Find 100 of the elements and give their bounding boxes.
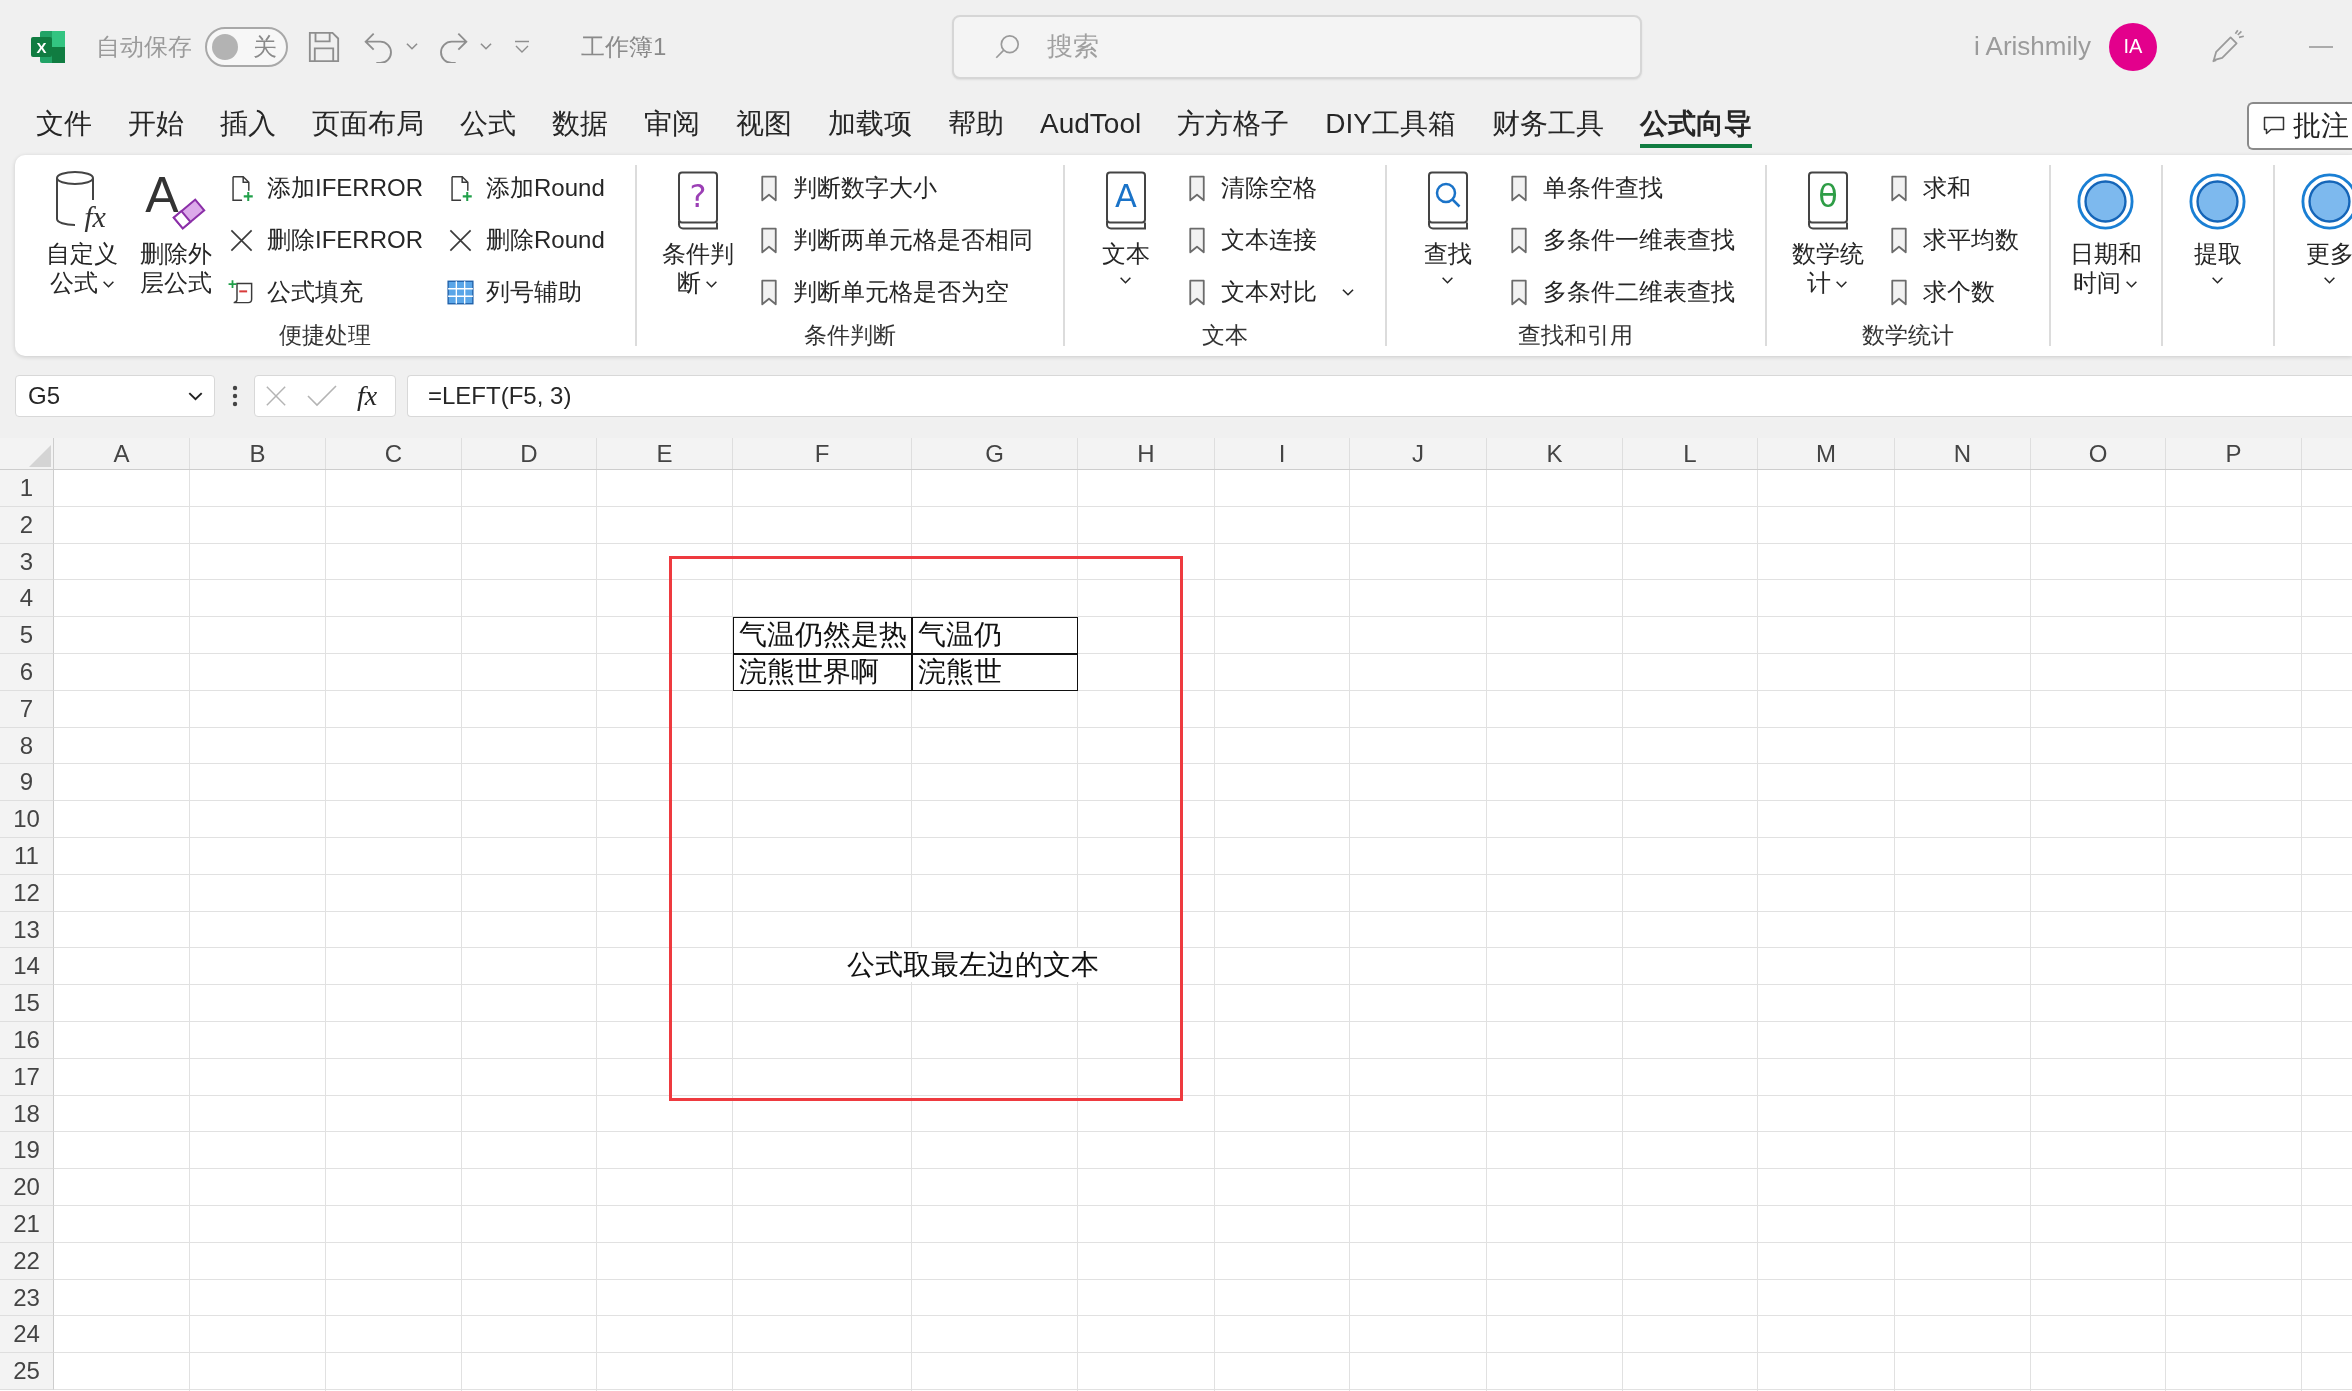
column-header[interactable]: D xyxy=(462,438,597,469)
ribbon-button[interactable]: 删除IFERROR xyxy=(228,214,423,266)
column-header[interactable]: J xyxy=(1350,438,1487,469)
row-header[interactable]: 20 xyxy=(0,1169,54,1206)
row-header[interactable]: 13 xyxy=(0,911,54,949)
ribbon-button[interactable]: 添加IFERROR xyxy=(228,162,423,214)
row-header[interactable]: 18 xyxy=(0,1095,54,1133)
ribbon-button[interactable]: 提取 xyxy=(2175,162,2260,320)
check-icon[interactable] xyxy=(307,385,337,407)
ribbon-button[interactable]: 判断数字大小 xyxy=(759,162,1033,214)
row-header[interactable]: 7 xyxy=(0,690,54,728)
ribbon-tab[interactable]: 文件 xyxy=(36,104,92,148)
row-header[interactable]: 17 xyxy=(0,1058,54,1096)
row-header[interactable]: 6 xyxy=(0,654,54,691)
row-header[interactable]: 25 xyxy=(0,1353,54,1390)
column-header[interactable]: A xyxy=(54,438,190,469)
save-icon[interactable] xyxy=(307,29,341,64)
ribbon-button[interactable]: 更多 xyxy=(2287,162,2352,320)
column-header[interactable]: N xyxy=(1895,438,2031,469)
row-header[interactable]: 16 xyxy=(0,1021,54,1059)
column-header[interactable]: M xyxy=(1758,438,1895,469)
ribbon-button[interactable]: 多条件一维表查找 xyxy=(1509,214,1735,266)
ribbon-button[interactable]: 求个数 xyxy=(1889,266,2019,318)
name-box[interactable]: G5 xyxy=(15,375,215,417)
undo-icon[interactable] xyxy=(363,30,395,63)
row-header[interactable]: 22 xyxy=(0,1242,54,1280)
ribbon-button[interactable]: 判断两单元格是否相同 xyxy=(759,214,1033,266)
row-header[interactable]: 14 xyxy=(0,948,54,986)
ribbon-tab[interactable]: 方方格子 xyxy=(1177,104,1290,148)
ribbon-button[interactable]: 公式填充 xyxy=(228,266,423,318)
avatar[interactable]: IA xyxy=(2109,22,2157,71)
ribbon-tab[interactable]: DIY工具箱 xyxy=(1325,104,1456,148)
column-header[interactable]: P xyxy=(2166,438,2302,469)
row-header[interactable]: 5 xyxy=(0,617,54,654)
row-header[interactable]: 2 xyxy=(0,506,54,544)
column-header[interactable]: E xyxy=(597,438,733,469)
pen-icon[interactable] xyxy=(2209,28,2245,65)
row-header[interactable]: 3 xyxy=(0,543,54,581)
ribbon-tab[interactable]: 开始 xyxy=(128,104,184,148)
row-header[interactable]: 9 xyxy=(0,764,54,802)
row-header[interactable]: 21 xyxy=(0,1205,54,1243)
ribbon-button[interactable]: 求和 xyxy=(1889,162,2019,214)
more-icon[interactable] xyxy=(232,385,238,407)
ribbon-tab[interactable]: 财务工具 xyxy=(1491,104,1604,148)
row-header[interactable]: 23 xyxy=(0,1279,54,1317)
row-header[interactable]: 1 xyxy=(0,470,54,507)
ribbon-tab[interactable]: 插入 xyxy=(220,104,276,148)
row-header[interactable]: 19 xyxy=(0,1132,54,1170)
column-header[interactable]: B xyxy=(190,438,326,469)
ribbon-tab[interactable]: 数据 xyxy=(552,104,608,148)
minimize-icon[interactable] xyxy=(2309,45,2333,48)
column-header[interactable]: F xyxy=(733,438,912,469)
ribbon-button[interactable]: 日期和时间 xyxy=(2063,162,2148,320)
row-header[interactable]: 11 xyxy=(0,837,54,875)
row-header[interactable]: 8 xyxy=(0,727,54,765)
ribbon-button[interactable]: 文本对比 xyxy=(1187,266,1355,318)
cancel-icon[interactable] xyxy=(265,385,287,407)
ribbon-button[interactable]: 清除空格 xyxy=(1187,162,1355,214)
ribbon-button[interactable]: 判断单元格是否为空 xyxy=(759,266,1033,318)
ribbon-button[interactable]: 单条件查找 xyxy=(1509,162,1735,214)
insert-function-button[interactable]: fx xyxy=(357,380,378,412)
ribbon-tab[interactable]: 页面布局 xyxy=(312,104,424,148)
select-all-icon[interactable] xyxy=(29,445,51,467)
search-field[interactable]: 搜索 xyxy=(952,14,1643,79)
ribbon-tab[interactable]: 帮助 xyxy=(948,104,1004,148)
ribbon-button[interactable]: 多条件二维表查找 xyxy=(1509,266,1735,318)
bookmark-icon xyxy=(1889,226,1908,254)
ribbon-tab[interactable]: 视图 xyxy=(736,104,792,148)
formula-input[interactable]: =LEFT(F5, 3) xyxy=(407,375,2352,417)
column-header[interactable]: L xyxy=(1623,438,1758,469)
ribbon-button[interactable]: 列号辅助 xyxy=(447,266,605,318)
column-header[interactable]: K xyxy=(1487,438,1623,469)
ribbon-tab[interactable]: 审阅 xyxy=(644,104,700,148)
row-header[interactable]: 10 xyxy=(0,801,54,838)
ribbon-button[interactable]: ? 条件判断 xyxy=(655,162,740,320)
comments-button[interactable]: 批注 xyxy=(2247,102,2352,150)
ribbon-tab[interactable]: 公式向导 xyxy=(1639,104,1752,148)
customize-menu-icon[interactable] xyxy=(513,39,531,54)
column-header[interactable]: H xyxy=(1078,438,1215,469)
ribbon-button[interactable]: A 文本 xyxy=(1083,162,1168,320)
column-header[interactable]: G xyxy=(912,438,1078,469)
row-header[interactable]: 4 xyxy=(0,580,54,618)
redo-icon[interactable] xyxy=(437,30,469,63)
ribbon-tab[interactable]: AudTool xyxy=(1040,104,1142,148)
column-header[interactable]: C xyxy=(326,438,462,469)
column-header[interactable]: I xyxy=(1215,438,1350,469)
ribbon-button[interactable]: 删除Round xyxy=(447,214,605,266)
column-header[interactable]: O xyxy=(2031,438,2166,469)
row-header[interactable]: 24 xyxy=(0,1316,54,1354)
ribbon-button[interactable]: A 删除外层公式 xyxy=(134,162,218,320)
ribbon-button[interactable]: 添加Round xyxy=(447,162,605,214)
ribbon-button[interactable]: 文本连接 xyxy=(1187,214,1355,266)
ribbon-button[interactable]: 求平均数 xyxy=(1889,214,2019,266)
ribbon-button[interactable]: θ 数学统计 xyxy=(1785,162,1870,320)
ribbon-tab[interactable]: 公式 xyxy=(460,104,516,148)
row-header[interactable]: 12 xyxy=(0,874,54,912)
ribbon-button[interactable]: 查找 xyxy=(1405,162,1490,320)
row-header[interactable]: 15 xyxy=(0,985,54,1022)
group-label: 文本 xyxy=(1200,321,1249,350)
ribbon-tab[interactable]: 加载项 xyxy=(828,104,912,148)
